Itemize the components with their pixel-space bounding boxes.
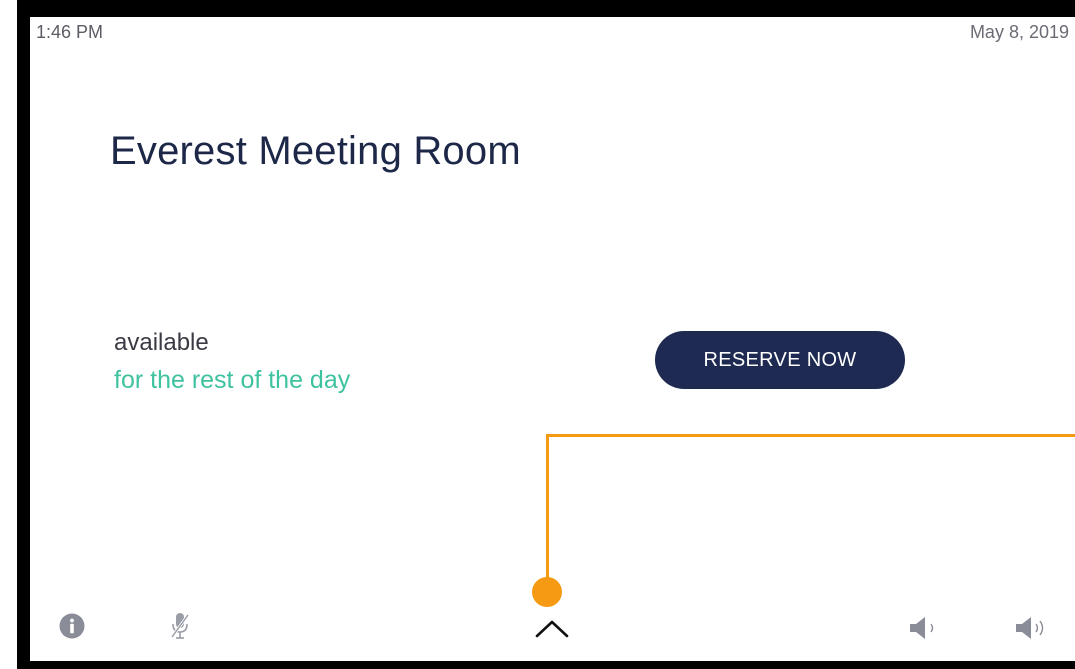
info-icon[interactable] xyxy=(59,613,85,639)
room-status-detail: for the rest of the day xyxy=(114,366,351,394)
callout-marker xyxy=(532,577,562,607)
clock-date: May 8, 2019 xyxy=(969,22,1069,42)
chevron-up-icon[interactable] xyxy=(534,617,570,639)
touch-panel-screen: 1:46 PM May 8, 2019 Everest Meeting Room… xyxy=(30,17,1075,661)
page-margin xyxy=(0,0,17,669)
bezel-edge xyxy=(17,0,30,669)
microphone-muted-icon[interactable] xyxy=(167,611,193,641)
reserve-now-button[interactable]: RESERVE NOW xyxy=(655,331,905,389)
room-status: available xyxy=(114,329,209,356)
callout-line-horizontal xyxy=(546,434,1075,437)
volume-down-icon[interactable] xyxy=(908,614,944,642)
volume-up-icon[interactable] xyxy=(1014,614,1050,642)
callout-line-vertical xyxy=(546,434,549,592)
room-name: Everest Meeting Room xyxy=(110,129,521,173)
clock-time: 1:46 PM xyxy=(36,22,104,42)
